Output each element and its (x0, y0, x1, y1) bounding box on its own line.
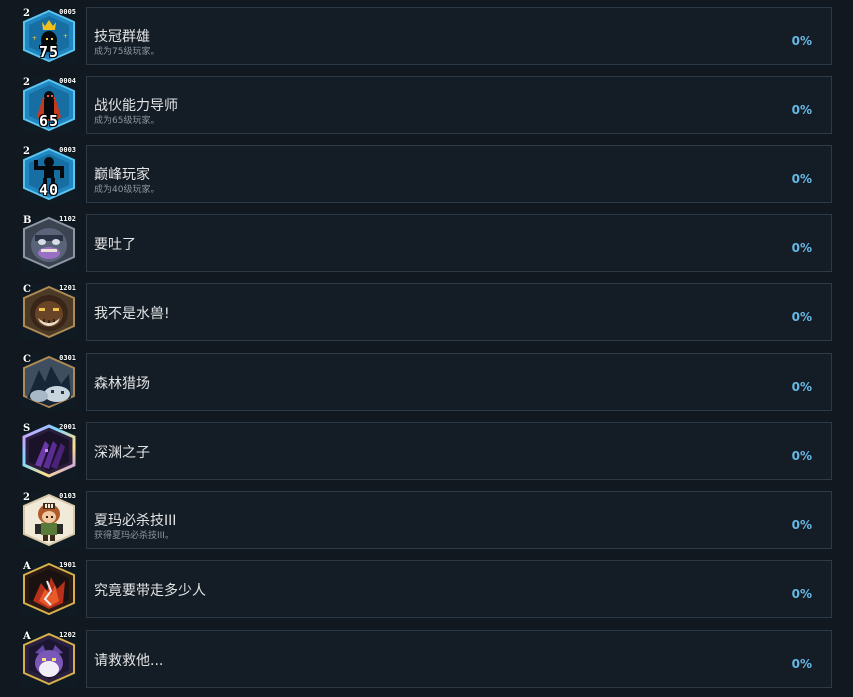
achievement-code: 1202 (59, 631, 76, 639)
achievement-row[interactable]: 2 0004 65 战伙能力导师 成为65级玩家。 0% (0, 76, 853, 134)
achievement-row[interactable]: B 1102 要吐了 0% (0, 214, 853, 272)
achievement-title: 森林猎场 (94, 376, 150, 392)
achievement-code: 1201 (59, 284, 76, 292)
tier-badge: C (23, 284, 31, 295)
achievement-description: 成为75级玩家。 (94, 47, 160, 57)
achievement-description: 获得夏玛必杀技III。 (94, 531, 174, 541)
achievement-panel: 要吐了 0% (86, 214, 832, 272)
fiery-demon-icon: A 1901 (21, 561, 77, 617)
caped-player-icon: 2 0004 65 (21, 77, 77, 133)
achievement-title: 请救救他... (94, 653, 164, 669)
achievement-code: 0103 (59, 492, 76, 500)
achievement-panel: 战伙能力导师 成为65级玩家。 0% (86, 76, 832, 134)
achievement-title: 我不是水兽! (94, 306, 170, 322)
achievement-code: 0003 (59, 146, 76, 154)
achievement-row[interactable]: 2 0003 40 巅峰玩家 成为40级玩家。 0% (0, 145, 853, 203)
achievement-percent: 0% (791, 449, 812, 463)
achievement-percent: 0% (791, 657, 812, 671)
achievement-row[interactable]: C 0301 森林猎场 0% (0, 353, 853, 411)
achievement-title: 战伙能力导师 (94, 98, 178, 114)
achievement-percent: 0% (791, 172, 812, 186)
achievement-percent: 0% (791, 241, 812, 255)
achievement-panel: 我不是水兽! 0% (86, 283, 832, 341)
achievement-panel: 深渊之子 0% (86, 422, 832, 480)
tier-badge: 2 (23, 77, 30, 88)
purple-creature-icon: A 1202 (21, 631, 77, 687)
achievement-title: 巅峰玩家 (94, 167, 150, 183)
achievement-percent: 0% (791, 34, 812, 48)
tier-badge: A (23, 631, 31, 642)
abyss-claw-icon: S 2001 (21, 423, 77, 479)
achievement-row[interactable]: A 1202 请救救他... 0% (0, 630, 853, 688)
achievement-code: 0301 (59, 354, 76, 362)
svg-text:+: + (32, 35, 37, 42)
level-number: 75 (38, 43, 60, 61)
achievement-panel: 森林猎场 0% (86, 353, 832, 411)
achievement-row[interactable]: S 2001 深渊之子 0% (0, 422, 853, 480)
tier-badge: 2 (23, 8, 30, 19)
achievement-panel: 夏玛必杀技III 获得夏玛必杀技III。 0% (86, 491, 832, 549)
level-number: 40 (38, 181, 60, 199)
achievement-code: 0005 (59, 8, 76, 16)
ogre-face-icon: B 1102 (21, 215, 77, 271)
achievement-title: 要吐了 (94, 237, 136, 253)
achievement-panel: 技冠群雄 成为75级玩家。 0% (86, 7, 832, 65)
achievement-row[interactable]: 2 0103 夏玛必杀技III 获得夏玛必杀技III。 0% (0, 491, 853, 549)
achievement-title: 夏玛必杀技III (94, 513, 177, 529)
achievement-description: 成为65级玩家。 (94, 116, 160, 126)
svg-text:+: + (63, 33, 68, 40)
achievement-percent: 0% (791, 380, 812, 394)
achievement-row[interactable]: A 1901 究竟要带走多少人 0% (0, 560, 853, 618)
tier-badge: B (23, 215, 32, 226)
level-number: 65 (38, 112, 60, 130)
achievement-code: 2001 (59, 423, 76, 431)
tier-badge: 2 (23, 492, 30, 503)
grinning-beast-icon: C 1201 (21, 284, 77, 340)
achievement-row[interactable]: C 1201 我不是水兽! 0% (0, 283, 853, 341)
achievement-title: 技冠群雄 (94, 29, 150, 45)
achievement-panel: 巅峰玩家 成为40级玩家。 0% (86, 145, 832, 203)
achievement-code: 1102 (59, 215, 76, 223)
crowned-player-icon: + + 2 0005 75 (21, 8, 77, 64)
tier-badge: A (23, 561, 31, 572)
achievement-percent: 0% (791, 103, 812, 117)
flexing-player-icon: 2 0003 40 (21, 146, 77, 202)
achievement-code: 1901 (59, 561, 76, 569)
forest-hunt-icon: C 0301 (21, 354, 77, 410)
tier-badge: C (23, 354, 31, 365)
achievement-percent: 0% (791, 518, 812, 532)
shama-girl-icon: 2 0103 (21, 492, 77, 548)
achievement-title: 深渊之子 (94, 445, 150, 461)
achievement-percent: 0% (791, 587, 812, 601)
achievement-panel: 究竟要带走多少人 0% (86, 560, 832, 618)
achievement-code: 0004 (59, 77, 76, 85)
achievement-percent: 0% (791, 310, 812, 324)
achievement-panel: 请救救他... 0% (86, 630, 832, 688)
achievement-title: 究竟要带走多少人 (94, 583, 206, 599)
achievement-list: + + 2 0005 75 技冠群雄 成为75级玩家。 0% 2 0004 65… (0, 0, 853, 697)
tier-badge: S (23, 423, 31, 434)
tier-badge: 2 (23, 146, 30, 157)
achievement-row[interactable]: + + 2 0005 75 技冠群雄 成为75级玩家。 0% (0, 7, 853, 65)
achievement-description: 成为40级玩家。 (94, 185, 160, 195)
